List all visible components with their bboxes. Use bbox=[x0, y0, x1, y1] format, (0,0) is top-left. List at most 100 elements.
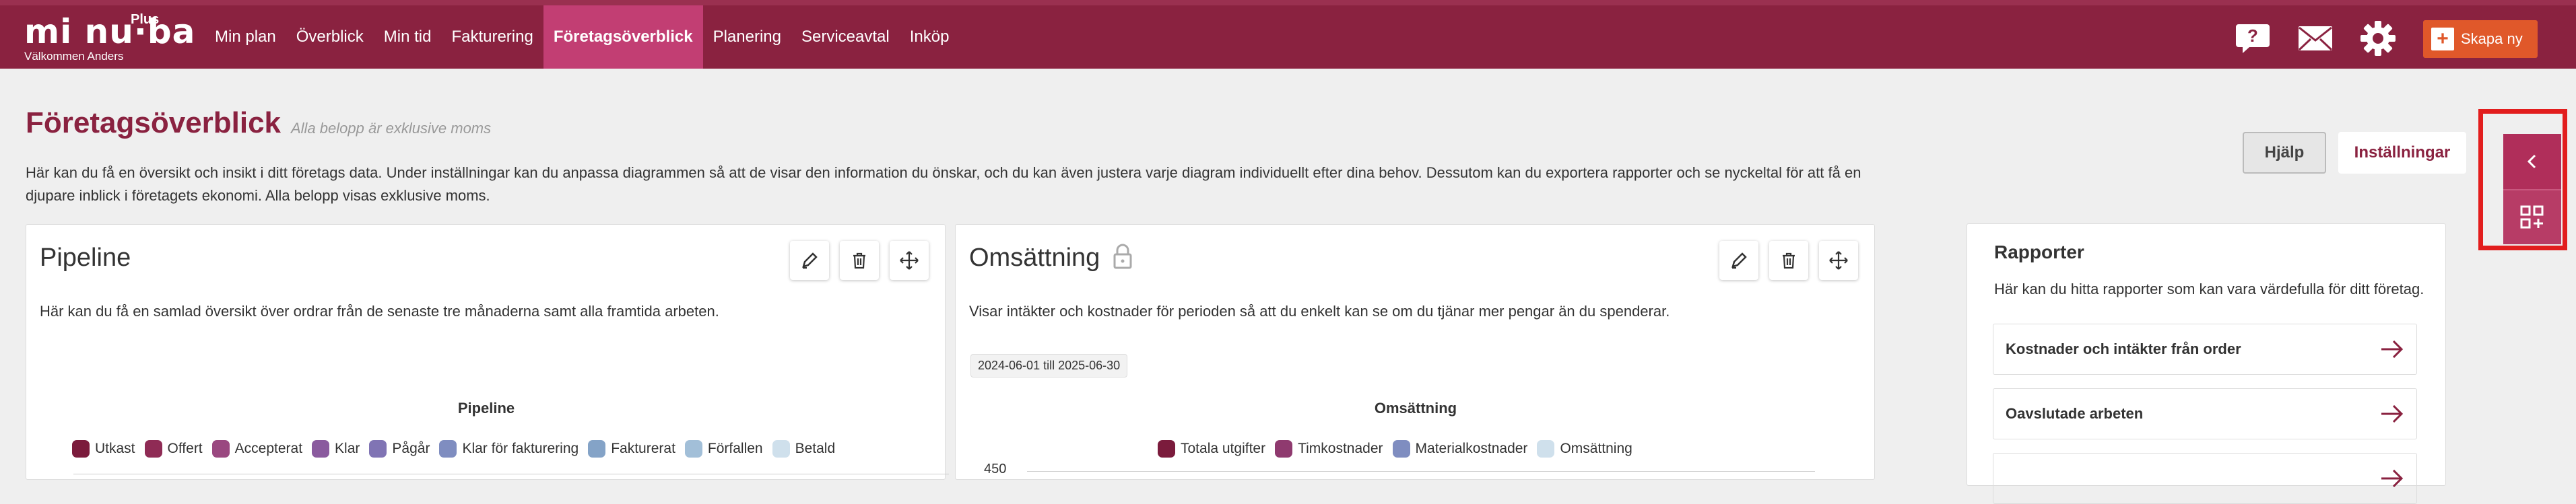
reports-description: Här kan du hitta rapporter som kan vara … bbox=[1994, 281, 2424, 297]
logo-text: mi nu·ba bbox=[24, 12, 196, 51]
legend-label: Klar för fakturering bbox=[462, 441, 579, 456]
chevron-left-icon bbox=[2527, 154, 2536, 169]
settings-button[interactable]: Inställningar bbox=[2338, 132, 2466, 174]
gear-icon[interactable] bbox=[2358, 19, 2398, 58]
arrow-right-icon bbox=[2381, 469, 2404, 488]
add-widget-icon bbox=[2520, 205, 2544, 229]
report-item[interactable]: Kostnader och intäkter från order bbox=[1993, 324, 2417, 375]
legend-label: Timkostnader bbox=[1298, 441, 1383, 456]
chart-gridline bbox=[1027, 471, 1815, 472]
side-panel bbox=[2503, 134, 2561, 244]
logo[interactable]: mi nu·ba Plus Välkommen Anders bbox=[24, 12, 196, 63]
legend-item[interactable]: Materialkostnader bbox=[1392, 440, 1528, 458]
collapse-panel-button[interactable] bbox=[2503, 134, 2561, 189]
legend-item[interactable]: Totala utgifter bbox=[1158, 440, 1265, 458]
welcome-text: Välkommen Anders bbox=[24, 50, 124, 63]
legend-label: Utkast bbox=[95, 441, 135, 456]
arrow-right-icon bbox=[2381, 340, 2404, 359]
report-item[interactable] bbox=[1993, 453, 2417, 504]
legend-swatch bbox=[144, 440, 162, 458]
add-widget-button[interactable] bbox=[2503, 189, 2561, 244]
page-subtitle: Alla belopp är exklusive moms bbox=[291, 120, 492, 137]
legend-swatch bbox=[1158, 440, 1175, 458]
nav-inkop[interactable]: Inköp bbox=[900, 5, 960, 69]
create-new-label: Skapa ny bbox=[2461, 30, 2523, 47]
trash-icon[interactable] bbox=[840, 241, 879, 280]
mail-icon[interactable] bbox=[2296, 19, 2335, 58]
pipeline-legend: Utkast Offert Accepterat Klar Pågår Klar… bbox=[72, 440, 845, 458]
legend-item[interactable]: Pågår bbox=[369, 440, 430, 458]
nav-fakturering[interactable]: Fakturering bbox=[441, 5, 543, 69]
report-item-label: Oavslutade arbeten bbox=[2006, 405, 2144, 422]
edit-icon[interactable] bbox=[1719, 241, 1758, 280]
legend-item[interactable]: Timkostnader bbox=[1275, 440, 1383, 458]
lock-icon bbox=[1112, 242, 1133, 275]
legend-label: Betald bbox=[795, 441, 836, 456]
legend-swatch bbox=[1392, 440, 1410, 458]
edit-icon[interactable] bbox=[790, 241, 829, 280]
legend-label: Materialkostnader bbox=[1415, 441, 1528, 456]
legend-label: Totala utgifter bbox=[1181, 441, 1266, 456]
omsattning-title: Omsättning bbox=[969, 244, 1100, 272]
omsattning-legend: Totala utgifter Timkostnader Materialkos… bbox=[1158, 440, 1642, 458]
top-navigation-bar: mi nu·ba Plus Välkommen Anders Min plan … bbox=[0, 0, 2576, 69]
legend-swatch bbox=[1537, 440, 1555, 458]
nav-min-plan[interactable]: Min plan bbox=[205, 5, 286, 69]
omsattning-chart-title: Omsättning bbox=[1374, 400, 1457, 417]
page-title: Företagsöverblick bbox=[26, 106, 282, 139]
page-description: Här kan du få en översikt och insikt i d… bbox=[26, 164, 1861, 204]
legend-swatch bbox=[1275, 440, 1293, 458]
main-nav: Min plan Överblick Min tid Fakturering F… bbox=[205, 5, 959, 69]
legend-item[interactable]: Accepterat bbox=[211, 440, 303, 458]
legend-item[interactable]: Klar för fakturering bbox=[439, 440, 579, 458]
legend-item[interactable]: Omsättning bbox=[1537, 440, 1632, 458]
nav-overblick[interactable]: Överblick bbox=[286, 5, 374, 69]
pipeline-description: Här kan du få en samlad översikt över or… bbox=[40, 303, 719, 320]
legend-item[interactable]: Betald bbox=[772, 440, 836, 458]
nav-foretagsoverblick[interactable]: Företagsöverblick bbox=[543, 5, 703, 69]
logo-plus: Plus bbox=[131, 12, 160, 27]
legend-item[interactable]: Förfallen bbox=[684, 440, 763, 458]
legend-swatch bbox=[588, 440, 606, 458]
nav-serviceavtal[interactable]: Serviceavtal bbox=[791, 5, 900, 69]
reports-title: Rapporter bbox=[1994, 242, 2084, 262]
side-panel-highlight bbox=[2478, 109, 2567, 250]
date-range-badge[interactable]: 2024-06-01 till 2025-06-30 bbox=[970, 354, 1128, 377]
move-icon[interactable] bbox=[890, 241, 929, 280]
y-axis-tick: 450 bbox=[984, 462, 1007, 476]
legend-item[interactable]: Utkast bbox=[72, 440, 135, 458]
legend-swatch bbox=[772, 440, 790, 458]
legend-label: Offert bbox=[167, 441, 203, 456]
legend-label: Förfallen bbox=[707, 441, 763, 456]
nav-min-tid[interactable]: Min tid bbox=[374, 5, 442, 69]
legend-label: Klar bbox=[335, 441, 360, 456]
create-new-button[interactable]: + Skapa ny bbox=[2423, 20, 2538, 58]
pipeline-chart-title: Pipeline bbox=[457, 400, 515, 417]
legend-swatch bbox=[684, 440, 702, 458]
legend-swatch bbox=[369, 440, 387, 458]
legend-swatch bbox=[439, 440, 457, 458]
trash-icon[interactable] bbox=[1769, 241, 1808, 280]
nav-planering[interactable]: Planering bbox=[703, 5, 791, 69]
legend-item[interactable]: Fakturerat bbox=[588, 440, 675, 458]
legend-swatch bbox=[312, 440, 330, 458]
legend-item[interactable]: Offert bbox=[144, 440, 203, 458]
legend-item[interactable]: Klar bbox=[312, 440, 360, 458]
help-icon[interactable]: ? bbox=[2233, 19, 2272, 58]
pipeline-card: Pipeline Här kan du få en samlad översik… bbox=[26, 224, 949, 480]
svg-text:?: ? bbox=[2247, 26, 2258, 46]
report-item-label: Kostnader och intäkter från order bbox=[2006, 340, 2241, 357]
reports-card: Rapporter Här kan du hitta rapporter som… bbox=[1967, 223, 2446, 504]
omsattning-card: Omsättning Visar intäkter och kostnader … bbox=[955, 224, 1875, 480]
help-button[interactable]: Hjälp bbox=[2243, 132, 2326, 174]
legend-label: Omsättning bbox=[1560, 441, 1632, 456]
omsattning-description: Visar intäkter och kostnader för periode… bbox=[969, 303, 1670, 320]
legend-label: Accepterat bbox=[234, 441, 303, 456]
legend-swatch bbox=[211, 440, 230, 458]
pipeline-title: Pipeline bbox=[40, 244, 131, 272]
move-icon[interactable] bbox=[1819, 241, 1858, 280]
plus-icon: + bbox=[2431, 28, 2454, 50]
legend-label: Fakturerat bbox=[611, 441, 675, 456]
legend-label: Pågår bbox=[392, 441, 430, 456]
report-item[interactable]: Oavslutade arbeten bbox=[1993, 388, 2417, 439]
